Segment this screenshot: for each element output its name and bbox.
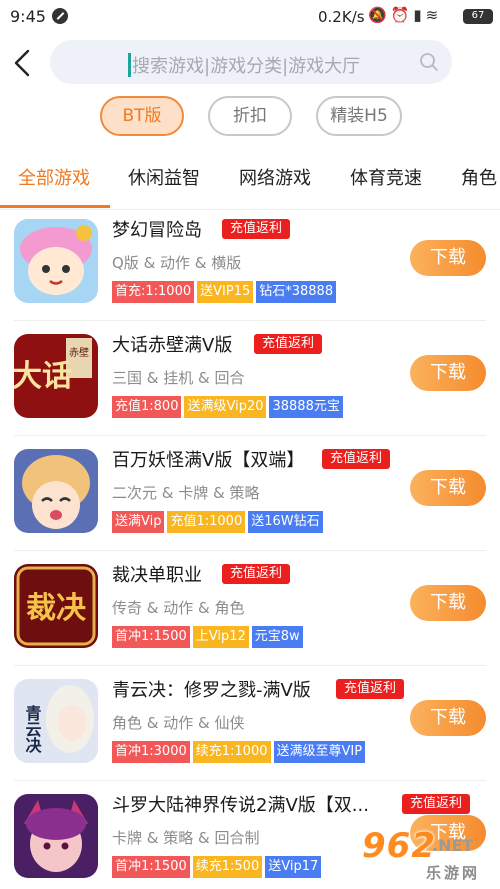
game-tags: 角色 & 动作 & 仙侠 xyxy=(112,714,245,732)
game-icon-yaoguai xyxy=(14,449,98,533)
icon-art-text: 大话 xyxy=(14,359,72,394)
watermark-sub-text: 乐游网 xyxy=(426,864,481,882)
promo-badge: 首充:1:1000 xyxy=(112,281,195,303)
promo-badges: 首充:1:1000 送VIP15 钻石*38888 xyxy=(112,281,337,303)
game-tags: Q版 & 动作 & 横版 xyxy=(112,254,242,272)
download-button[interactable]: 下载 xyxy=(410,700,486,736)
promo-badges: 充值1:800 送满级Vip20 38888元宝 xyxy=(112,396,343,418)
promo-badge: 充值1:1000 xyxy=(167,511,246,533)
filter-bt[interactable]: BT版 xyxy=(100,96,184,136)
mute-icon: 🔕 xyxy=(368,6,391,24)
promo-badge: 钻石*38888 xyxy=(256,281,337,303)
tab-all-games[interactable]: 全部游戏 xyxy=(18,164,90,190)
game-name: 裁决单职业 xyxy=(112,565,202,586)
tab-casual[interactable]: 休闲益智 xyxy=(128,164,200,190)
promo-badge: 首冲1:3000 xyxy=(112,741,190,763)
game-list-item[interactable]: 青云决 青云决：修罗之戮-满V版 充值返利 角色 & 动作 & 仙侠 首冲1:3… xyxy=(0,666,500,781)
search-input[interactable]: 搜索游戏|游戏分类|游戏大厅 xyxy=(50,40,452,84)
battery-icon: 67 xyxy=(463,9,493,24)
rebate-badge: 充值返利 xyxy=(336,679,405,699)
game-icon-douluo xyxy=(14,794,98,878)
game-icon-caijue: 裁决 xyxy=(14,564,98,648)
promo-badge: 送满级Vip20 xyxy=(184,396,267,418)
text-cursor xyxy=(128,53,131,77)
game-list-item[interactable]: 梦幻冒险岛 充值返利 Q版 & 动作 & 横版 首充:1:1000 送VIP15… xyxy=(0,206,500,321)
promo-badge: 送满Vip xyxy=(112,511,165,533)
promo-badge: 元宝8w xyxy=(251,626,303,648)
wifi-icon: ≋ xyxy=(425,6,443,24)
promo-badge: 续充1:1000 xyxy=(192,741,271,763)
category-tabs: 全部游戏 休闲益智 网络游戏 体育竞速 角色 xyxy=(0,150,500,210)
game-icon-dahua: 赤壁 大话 xyxy=(14,334,98,418)
promo-badge: 首冲1:1500 xyxy=(112,856,190,878)
game-list-item[interactable]: 赤壁 大话 大话赤壁满V版 充值返利 三国 & 挂机 & 回合 充值1:800 … xyxy=(0,321,500,436)
status-bar: 9:45 0.2K/s 🔕⏰▮≋ 67 xyxy=(0,0,500,34)
game-name: 青云决：修罗之戮-满V版 xyxy=(112,680,311,701)
game-icon-maple xyxy=(14,219,98,303)
search-icon[interactable] xyxy=(418,51,440,73)
search-placeholder: 搜索游戏|游戏分类|游戏大厅 xyxy=(132,56,361,77)
rebate-badge: 充值返利 xyxy=(322,449,391,469)
promo-badge: 充值1:800 xyxy=(112,396,182,418)
alarm-icon: ⏰ xyxy=(390,6,414,24)
promo-badges: 首冲1:1500 续充1:500 送Vip17 xyxy=(112,856,322,878)
watermark-logo: 962 .NET 乐游网 xyxy=(362,826,498,884)
game-icon-qingyun: 青云决 xyxy=(14,679,98,763)
promo-badge: 38888元宝 xyxy=(269,396,343,418)
promo-badge: 上Vip12 xyxy=(192,626,249,648)
promo-badge: 送VIP15 xyxy=(197,281,254,303)
back-arrow-icon[interactable] xyxy=(10,48,36,78)
tab-sports[interactable]: 体育竞速 xyxy=(350,164,422,190)
game-list-item[interactable]: 百万妖怪满V版【双端】 充值返利 二次元 & 卡牌 & 策略 送满Vip 充值1… xyxy=(0,436,500,551)
game-name: 梦幻冒险岛 xyxy=(112,220,202,241)
status-time: 9:45 xyxy=(10,7,46,26)
game-name: 斗罗大陆神界传说2满V版【双... xyxy=(112,795,369,816)
game-tags: 传奇 & 动作 & 角色 xyxy=(112,599,245,617)
promo-badges: 首冲1:3000 续充1:1000 送满级至尊VIP xyxy=(112,741,366,763)
do-not-disturb-icon xyxy=(52,8,68,24)
icon-art-text: 青云决 xyxy=(23,704,42,754)
promo-badge: 送Vip17 xyxy=(265,856,322,878)
promo-badge: 首冲1:1500 xyxy=(112,626,190,648)
game-tags: 卡牌 & 策略 & 回合制 xyxy=(112,829,260,847)
promo-badge: 送16W钻石 xyxy=(248,511,323,533)
download-button[interactable]: 下载 xyxy=(410,585,486,621)
status-net-speed: 0.2K/s xyxy=(318,8,365,26)
game-name: 大话赤壁满V版 xyxy=(112,335,233,356)
icon-art-text: 裁决 xyxy=(26,591,86,626)
promo-badge: 续充1:500 xyxy=(192,856,263,878)
promo-badge: 送满级至尊VIP xyxy=(273,741,366,763)
download-button[interactable]: 下载 xyxy=(410,470,486,506)
watermark-logo-text: 962 xyxy=(362,826,436,866)
signal-icon: ▮ xyxy=(413,6,426,24)
icon-art-text: 赤壁 xyxy=(69,346,89,359)
promo-badges: 送满Vip 充值1:1000 送16W钻石 xyxy=(112,511,323,533)
game-list-item[interactable]: 裁决 裁决单职业 充值返利 传奇 & 动作 & 角色 首冲1:1500 上Vip… xyxy=(0,551,500,666)
filter-discount[interactable]: 折扣 xyxy=(208,96,292,136)
game-name: 百万妖怪满V版【双端】 xyxy=(112,450,305,471)
watermark-net-text: .NET xyxy=(432,836,474,855)
promo-badges: 首冲1:1500 上Vip12 元宝8w xyxy=(112,626,303,648)
download-button[interactable]: 下载 xyxy=(410,240,486,276)
tab-online[interactable]: 网络游戏 xyxy=(239,164,311,190)
tab-role[interactable]: 角色 xyxy=(461,164,497,190)
status-icons: 🔕⏰▮≋ xyxy=(368,6,442,24)
filter-h5[interactable]: 精装H5 xyxy=(316,96,402,136)
rebate-badge: 充值返利 xyxy=(222,219,291,239)
rebate-badge: 充值返利 xyxy=(222,564,291,584)
game-tags: 三国 & 挂机 & 回合 xyxy=(112,369,245,387)
header: 搜索游戏|游戏分类|游戏大厅 xyxy=(0,34,500,90)
rebate-badge: 充值返利 xyxy=(402,794,471,814)
download-button[interactable]: 下载 xyxy=(410,355,486,391)
game-tags: 二次元 & 卡牌 & 策略 xyxy=(112,484,260,502)
rebate-badge: 充值返利 xyxy=(254,334,323,354)
